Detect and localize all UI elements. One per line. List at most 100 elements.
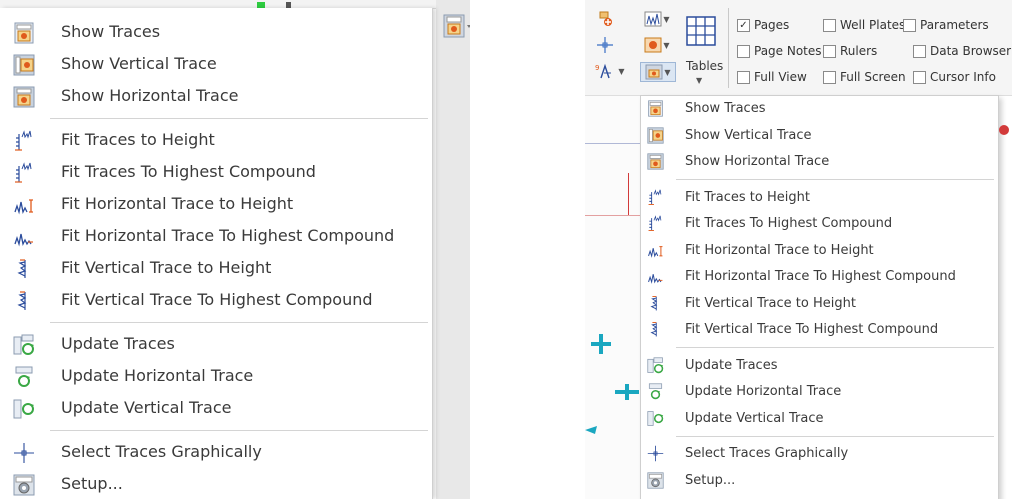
menu-separator: [50, 118, 428, 119]
tables-label: Tables: [686, 59, 724, 73]
crosshair-tool-icon[interactable]: [593, 36, 617, 54]
menu-item-update-horizontal-trace[interactable]: Update Horizontal Trace: [641, 379, 998, 405]
menu-item-label: Show Traces: [61, 22, 161, 41]
checkbox-well-plates[interactable]: Well Plates: [823, 18, 905, 32]
menu-separator: [50, 322, 428, 323]
menu-item-fit-horizontal-trace-to-highest-compound[interactable]: Fit Horizontal Trace To Highest Compound: [641, 264, 998, 290]
menu-item-show-traces[interactable]: Show Traces: [641, 96, 998, 122]
add-page-icon[interactable]: [593, 10, 617, 28]
chart-area: [585, 96, 641, 499]
checkbox-label: Rulers: [840, 44, 878, 58]
menu-item-fit-horizontal-trace-to-height[interactable]: Fit Horizontal Trace to Height: [0, 189, 432, 221]
menu-item-label: Fit Horizontal Trace To Highest Compound: [685, 269, 956, 284]
menu-item-fit-vertical-trace-to-height[interactable]: Fit Vertical Trace to Height: [641, 291, 998, 317]
show-vertical-trace-icon: [647, 126, 664, 144]
left-screenshot-panel: Show Traces Show Vertical Trace Show Horiz…: [0, 0, 470, 499]
menu-item-label: Fit Traces to Height: [685, 189, 810, 205]
menu-item-fit-vertical-trace-to-highest-compound[interactable]: Fit Vertical Trace To Highest Compound: [0, 285, 432, 317]
menu-item-update-traces[interactable]: Update Traces: [0, 329, 432, 361]
menu-item-update-vertical-trace[interactable]: Update Vertical Trace: [641, 406, 998, 432]
menu-item-show-vertical-trace[interactable]: Show Vertical Trace: [641, 123, 998, 149]
traces-menu-right: Show Traces Show Vertical Trace Show Horiz…: [640, 95, 999, 499]
menu-item-setup[interactable]: Setup...: [641, 468, 998, 494]
show-traces-icon: [647, 100, 664, 117]
checkbox-box[interactable]: [737, 44, 750, 58]
checkbox-label: Full View: [754, 70, 807, 84]
checkbox-rulers[interactable]: Rulers: [823, 44, 877, 58]
menu-item-label: Update Traces: [685, 357, 778, 373]
menu-item-show-horizontal-trace[interactable]: Show Horizontal Trace: [641, 149, 998, 175]
menu-separator: [676, 347, 994, 348]
menu-separator: [676, 179, 994, 180]
menu-item-label: Fit Traces To Highest Compound: [685, 216, 893, 231]
spectrum-tool-button[interactable]: 9 ▼: [593, 62, 627, 80]
update-traces-icon: [13, 334, 35, 356]
chevron-down-icon: ▼: [696, 76, 703, 85]
spot-markers: [585, 334, 639, 434]
close-icon[interactable]: [999, 125, 1009, 135]
menu-item-fit-traces-to-height[interactable]: Fit Traces to Height: [641, 185, 998, 211]
menu-item-label: Fit Horizontal Trace to Height: [61, 194, 294, 213]
menu-item-fit-traces-to-highest-compound[interactable]: Fit Traces To Highest Compound: [641, 211, 998, 237]
menu-separator: [50, 430, 428, 431]
checkbox-box[interactable]: [823, 18, 836, 32]
show-vertical-trace-icon: [13, 54, 35, 76]
menu-item-select-traces-graphically[interactable]: Select Traces Graphically: [641, 441, 998, 467]
menu-item-update-vertical-trace[interactable]: Update Vertical Trace: [0, 393, 432, 425]
update-vertical-trace-icon: [647, 410, 664, 427]
menu-item-fit-vertical-trace-to-highest-compound[interactable]: Fit Vertical Trace To Highest Compound: [641, 317, 998, 343]
menu-item-show-horizontal-trace[interactable]: Show Horizontal Trace: [0, 81, 432, 113]
menu-item-label: Update Horizontal Trace: [685, 384, 842, 399]
ribbon-toolbar: 9 ▼ ▼ ▼ ▼ Tables ▼ ✓ Pages Well Plates Para…: [585, 0, 1012, 96]
fit-vertical-height-icon: [647, 295, 664, 312]
menu-item-select-traces-graphically[interactable]: Select Traces Graphically: [0, 437, 432, 469]
traces-dropdown-button-right[interactable]: ▼: [640, 62, 676, 82]
menu-item-show-traces[interactable]: Show Traces: [0, 17, 432, 49]
checkbox-box[interactable]: [903, 18, 916, 32]
menu-separator: [676, 435, 994, 437]
checkbox-full-view[interactable]: Full View: [737, 70, 807, 84]
checkbox-full-screen[interactable]: Full Screen: [823, 70, 906, 84]
chart-options-button[interactable]: ▼: [640, 10, 674, 28]
checkbox-pages[interactable]: ✓ Pages: [737, 18, 789, 32]
menu-item-update-horizontal-trace[interactable]: Update Horizontal Trace: [0, 361, 432, 393]
menu-item-show-vertical-trace[interactable]: Show Vertical Trace: [0, 49, 432, 81]
checkbox-box[interactable]: [737, 70, 750, 84]
fit-horizontal-highest-icon: [647, 268, 664, 285]
checkbox-box[interactable]: [913, 70, 926, 84]
menu-item-update-traces[interactable]: Update Traces: [641, 353, 998, 379]
crosshair-icon: [647, 445, 664, 462]
menu-item-fit-traces-to-highest-compound[interactable]: Fit Traces To Highest Compound: [0, 157, 432, 189]
checkbox-label: Full Screen: [840, 70, 906, 84]
checkbox-box[interactable]: [913, 44, 926, 58]
checkbox-parameters[interactable]: Parameters: [903, 18, 989, 32]
checkbox-cursor-info[interactable]: Cursor Info: [913, 70, 996, 84]
checkbox-label: Page Notes: [754, 44, 822, 58]
fit-traces-height-icon: [647, 188, 664, 206]
show-horizontal-trace-icon: [13, 86, 35, 108]
menu-item-fit-horizontal-trace-to-highest-compound[interactable]: Fit Horizontal Trace To Highest Compound: [0, 221, 432, 253]
traces-dropdown-button[interactable]: [443, 14, 470, 40]
menu-item-label: Show Horizontal Trace: [685, 154, 830, 169]
spot-view-button[interactable]: ▼: [640, 36, 674, 54]
menu-item-fit-vertical-trace-to-height[interactable]: Fit Vertical Trace to Height: [0, 253, 432, 285]
menu-item-label: Setup...: [685, 472, 736, 488]
menu-item-label: Select Traces Graphically: [685, 446, 849, 461]
checkbox-box[interactable]: [823, 70, 836, 84]
checkbox-data-browser[interactable]: Data Browser: [913, 44, 1011, 58]
menu-item-label: Setup...: [61, 474, 123, 493]
menu-item-label: Fit Vertical Trace to Height: [61, 258, 272, 277]
checkbox-page-notes[interactable]: Page Notes: [737, 44, 822, 58]
menu-item-fit-horizontal-trace-to-height[interactable]: Fit Horizontal Trace to Height: [641, 238, 998, 264]
menu-item-setup[interactable]: Setup...: [0, 469, 432, 499]
menu-item-label: Show Vertical Trace: [685, 127, 812, 143]
show-traces-icon: [13, 22, 35, 44]
menu-item-label: Update Vertical Trace: [685, 410, 824, 426]
tables-button[interactable]: Tables ▼: [680, 14, 724, 86]
checkbox-box[interactable]: [823, 44, 836, 58]
checkbox-label: Parameters: [920, 18, 989, 32]
peak-line: [628, 173, 629, 215]
checkmark-icon[interactable]: ✓: [737, 18, 750, 32]
menu-item-fit-traces-to-height[interactable]: Fit Traces to Height: [0, 125, 432, 157]
fit-horizontal-height-icon: [13, 194, 35, 216]
